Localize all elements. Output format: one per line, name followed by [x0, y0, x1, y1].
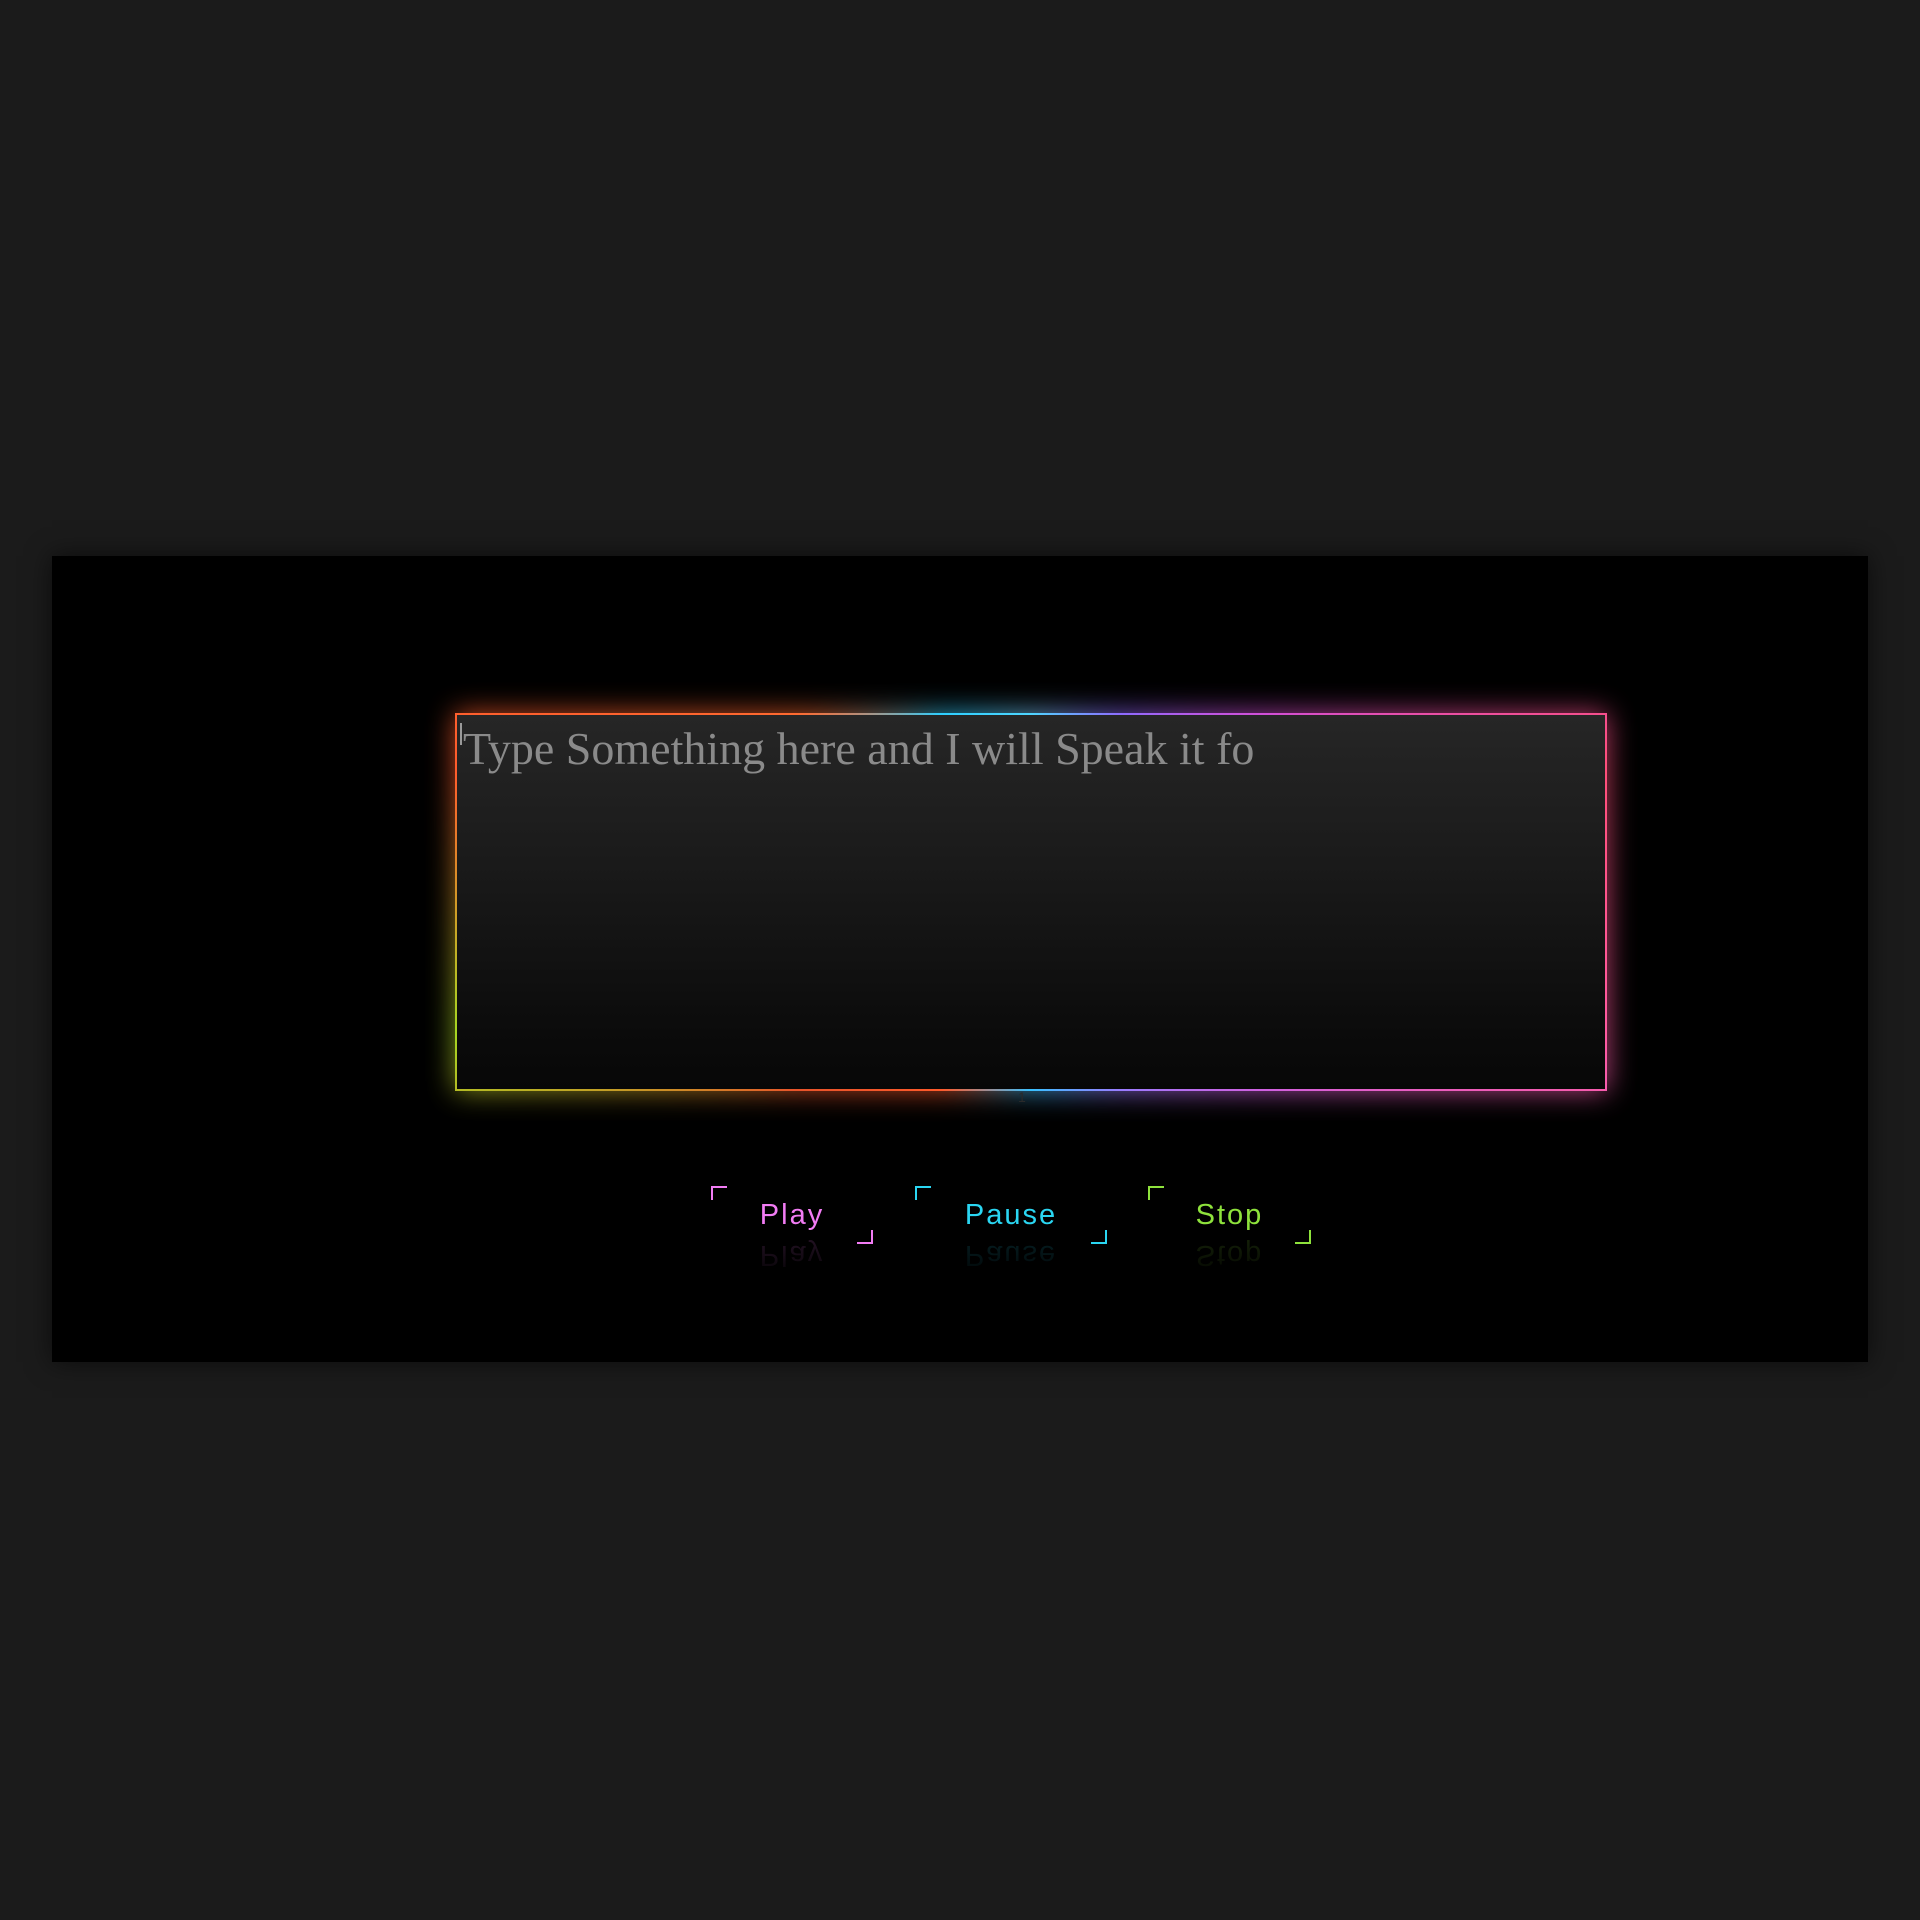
corner-bracket-icon: [1148, 1186, 1164, 1200]
char-counter: 1: [1018, 1089, 1026, 1105]
speech-text-input[interactable]: [457, 715, 1605, 1089]
speech-panel: 1 Play Play Pause Pause Stop Stop: [52, 556, 1868, 1362]
stop-button[interactable]: Stop Stop: [1148, 1186, 1311, 1271]
text-input-frame: 1: [455, 713, 1607, 1105]
corner-bracket-icon: [711, 1186, 727, 1200]
play-button[interactable]: Play Play: [711, 1186, 873, 1271]
play-reflection: Play: [759, 1239, 825, 1271]
playback-controls: Play Play Pause Pause Stop Stop: [52, 1172, 1868, 1292]
corner-bracket-icon: [915, 1186, 931, 1200]
pause-button[interactable]: Pause Pause: [915, 1186, 1107, 1271]
pause-reflection: Pause: [964, 1239, 1058, 1271]
text-cursor: [460, 723, 462, 745]
stop-reflection: Stop: [1195, 1239, 1264, 1271]
